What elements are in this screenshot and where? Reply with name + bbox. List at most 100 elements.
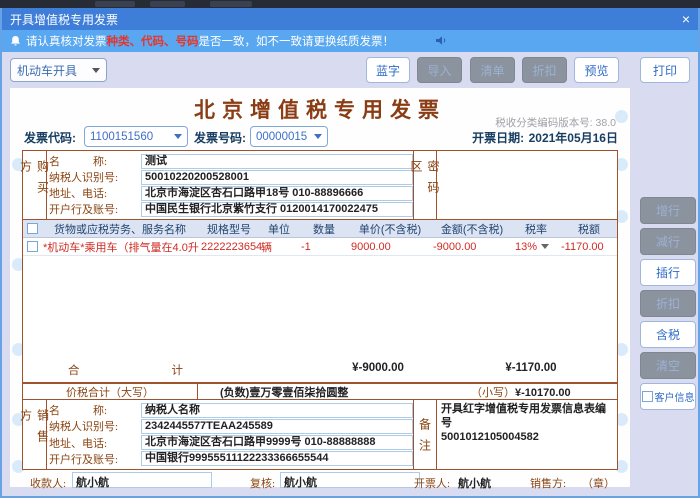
clear-label: 清空 [656,357,680,374]
remove-row-label: 减行 [656,233,680,250]
import-button: 导入 [417,57,462,83]
print-label: 打印 [653,62,677,79]
discount-label: 折扣 [532,62,556,79]
clear-button: 清空 [640,352,696,379]
header-amount: 金额(不含税) [431,221,513,237]
alert-text-pre: 请认真核对发票 [26,33,107,49]
grand-total-in-words: (负数)壹万零壹佰柒拾圆整 [198,384,348,400]
list-label: 清单 [480,62,504,79]
item-tax[interactable]: -1170.00 [559,241,619,253]
invoice-code-label: 发票代码: [24,129,76,146]
invoice-code-dropdown[interactable]: 1100151560 [84,126,188,147]
invoice-window: 开具增值税专用发票 × 请认真核对发票种类、代码、号码是否一致，如不一致请更换纸… [0,8,700,498]
item-unit[interactable]: 辆 [259,239,299,255]
alert-text-post: 是否一致，如不一致请更换纸质发票！ [199,33,395,49]
item-qty[interactable]: -1 [299,241,349,253]
items-table-header: 货物或应税劳务、服务名称 规格型号 单位 数量 单价(不含税) 金额(不含税) … [23,220,617,238]
drawer-label: 开票人: [414,475,450,491]
payee-input[interactable]: 航小航 [72,472,212,488]
insert-row-label: 插行 [656,264,680,281]
item-price[interactable]: 9000.00 [349,241,431,253]
buyer-address-input[interactable]: 北京市海淀区杏石口路甲18号 010-88896666 [141,186,413,201]
list-button: 清单 [470,57,515,83]
side-discount-label: 折扣 [656,295,680,312]
item-tax-value: -1170.00 [561,241,604,253]
header-qty: 数量 [299,221,349,237]
seller-stamp-label: 销售方: [530,475,566,491]
invoice-number-value: 00000015 [256,131,307,143]
discount-button: 折扣 [522,57,567,83]
seller-stamp-value: （章） [582,475,615,491]
invoice-mode-dropdown[interactable]: 机动车开具 [10,58,107,82]
background-tab [150,1,185,7]
seller-bank-label: 开户行及账号: [49,451,141,467]
reviewer-label: 复核: [250,475,275,491]
add-row-label: 增行 [656,202,680,219]
seller-address-label: 地址、电话: [49,435,141,451]
invoice-code-value: 1100151560 [90,131,153,143]
item-amount[interactable]: -9000.00 [431,241,513,253]
remark-content[interactable]: 开具红字增值税专用发票信息表编号 5001012105004582 [437,400,617,469]
remove-row-button: 减行 [640,228,696,255]
alert-bar: 请认真核对发票种类、代码、号码是否一致，如不一致请更换纸质发票！ [2,30,698,52]
grand-total-in-figures: （小写）¥-10170.00 [471,384,571,400]
buyer-bank-row: 开户行及账号: 中国民生银行北京紫竹支行 0120014170022475 [49,201,413,217]
reviewer-input[interactable]: 航小航 [280,472,420,488]
buyer-name-label: 名 称: [49,153,141,169]
remark-side-label: 备注 [413,400,437,469]
item-tax-rate-dropdown[interactable]: 13% [513,241,559,253]
buyer-address-label: 地址、电话: [49,185,141,201]
close-icon[interactable]: × [682,12,690,26]
title-bar: 开具增值税专用发票 × [2,8,698,30]
header-spec: 规格型号 [199,221,259,237]
buyer-name-input[interactable]: 测试 [141,154,413,169]
password-area [437,151,617,219]
tax-included-button[interactable]: 含税 [640,321,696,348]
invoice-mode-value: 机动车开具 [17,62,77,79]
print-button[interactable]: 打印 [640,57,690,83]
invoice-number-dropdown[interactable]: 00000015 [250,126,328,147]
remark-line1: 开具红字增值税专用发票信息表编号 [441,402,613,430]
seller-taxid-input[interactable]: 2342445577TEAA245589 [141,419,413,434]
buyer-section: 购买方 名 称: 测试 纳税人识别号: 50010220200528001 地址… [22,150,618,220]
alert-text-highlight: 种类、代码、号码 [107,33,199,49]
grand-total-row: 价税合计（大写） (负数)壹万零壹佰柒拾圆整 （小写）¥-10170.00 [22,383,618,400]
invoice-footer: 收款人: 航小航 复核: 航小航 开票人: 航小航 销售方: （章） [22,472,618,490]
speaker-icon[interactable] [435,34,449,47]
remark-line2: 5001012105004582 [441,430,613,444]
buyer-bank-label: 开户行及账号: [49,201,141,217]
blue-invoice-button[interactable]: 蓝字 [366,57,410,83]
customer-info-label: 客户信息 [655,389,695,404]
header-tax: 税额 [559,221,619,237]
invoice-date: 开票日期: 2021年05月16日 [472,129,618,147]
bell-icon [10,35,26,47]
item-name[interactable]: *机动车*乘用车（排气量在4.0升以上 [41,239,199,255]
row-checkbox[interactable] [27,241,38,252]
select-all-checkbox[interactable] [27,223,38,234]
in-figures-value: ¥-10170.00 [515,387,571,399]
customer-info-checkbox[interactable] [642,391,653,402]
seller-name-input[interactable]: 纳税人名称 [141,403,413,418]
seller-address-input[interactable]: 北京市海淀区杏石口路甲9999号 010-88888888 [141,435,413,450]
background-tab [95,1,135,7]
add-row-button: 增行 [640,197,696,224]
chevron-down-icon [174,134,182,139]
buyer-bank-input[interactable]: 中国民生银行北京紫竹支行 0120014170022475 [141,202,413,217]
header-unit-price: 单价(不含税) [349,221,431,237]
insert-row-button[interactable]: 插行 [640,259,696,286]
seller-side-label: 销售方 [23,400,47,469]
seller-name-label: 名 称: [49,402,141,418]
invoice-number-label: 发票号码: [194,129,246,146]
header-item-name: 货物或应税劳务、服务名称 [41,221,199,237]
table-row[interactable]: *机动车*乘用车（排气量在4.0升以上 2222223654 辆 -1 9000… [23,238,617,256]
chevron-down-icon [541,244,549,249]
drawer-value: 航小航 [458,475,491,491]
buyer-taxid-input[interactable]: 50010220200528001 [141,170,413,185]
seller-bank-input[interactable]: 中国银行99955511122233366655544 [141,451,413,466]
customer-info-button[interactable]: 客户信息 [640,383,696,410]
preview-label: 预览 [584,62,608,79]
item-spec[interactable]: 2222223654 [199,241,259,253]
import-label: 导入 [427,62,451,79]
preview-button[interactable]: 预览 [574,57,619,83]
items-table: 货物或应税劳务、服务名称 规格型号 单位 数量 单价(不含税) 金额(不含税) … [22,220,618,383]
